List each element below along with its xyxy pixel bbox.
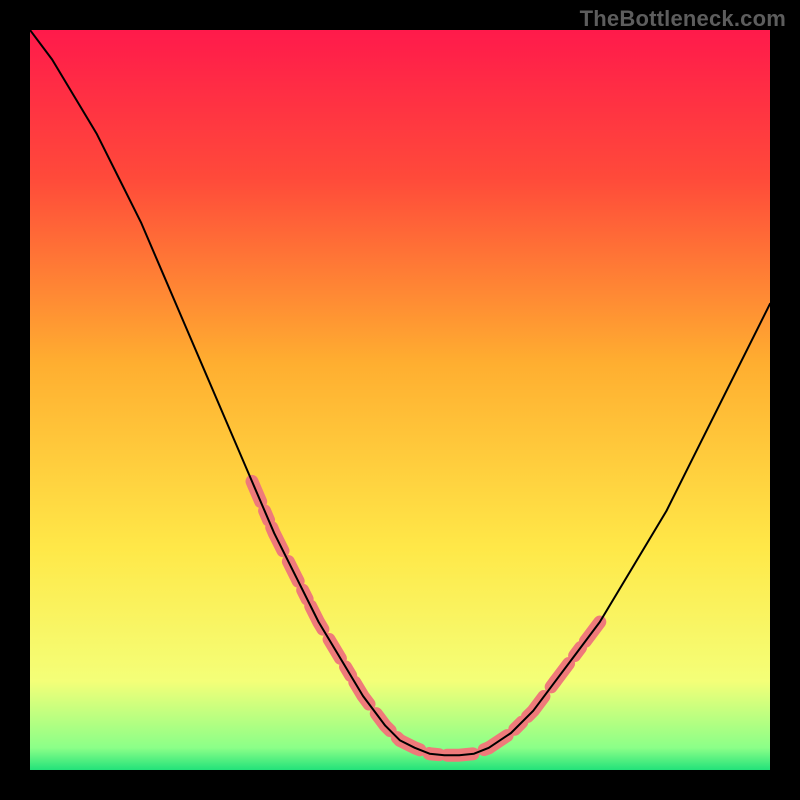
chart-frame: TheBottleneck.com — [0, 0, 800, 800]
plot-area — [30, 30, 770, 770]
gradient-background — [30, 30, 770, 770]
plot-svg — [30, 30, 770, 770]
watermark-text: TheBottleneck.com — [580, 6, 786, 32]
